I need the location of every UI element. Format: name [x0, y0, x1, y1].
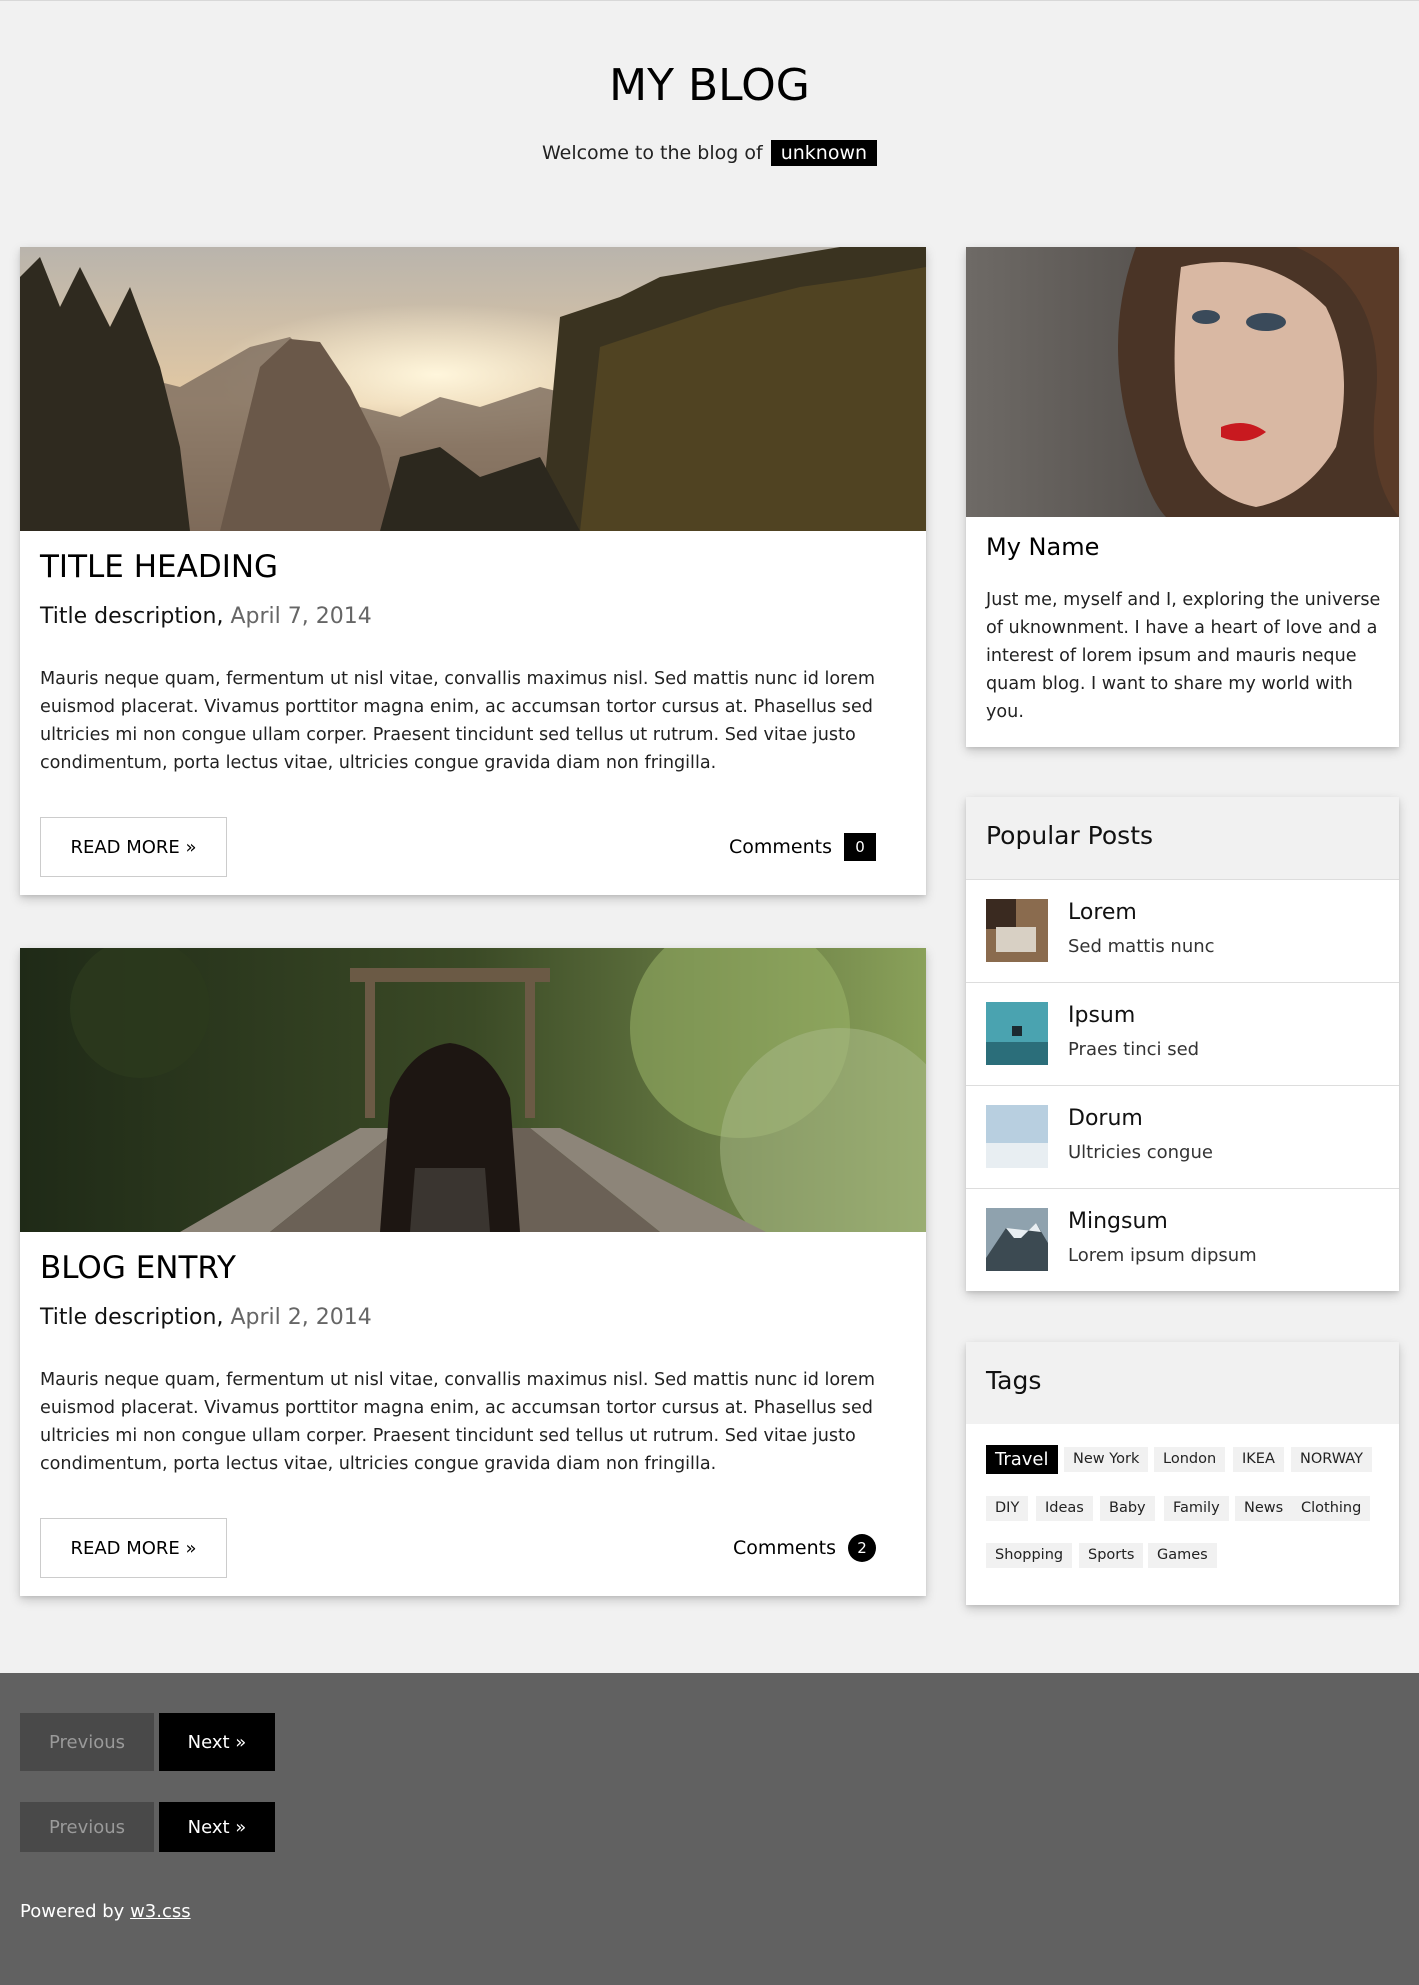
popular-post-item[interactable]: Ipsum Praes tinci sed — [966, 982, 1399, 1085]
about-card: My Name Just me, myself and I, exploring… — [966, 247, 1399, 747]
tag-news[interactable]: News — [1235, 1496, 1293, 1521]
post-title: BLOG ENTRY — [40, 1250, 236, 1286]
tag-clothing[interactable]: Clothing — [1292, 1496, 1371, 1521]
popular-post-item[interactable]: Lorem Sed mattis nunc — [966, 879, 1399, 982]
popular-post-subtitle: Praes tinci sed — [1068, 1039, 1200, 1060]
author-name: My Name — [986, 533, 1100, 561]
popular-posts-header: Popular Posts — [966, 797, 1399, 879]
welcome-text: Welcome to the blog of — [541, 142, 763, 164]
read-more-button[interactable]: READ MORE » — [40, 817, 227, 877]
tags-heading: Tags — [986, 1366, 1042, 1395]
next-button[interactable]: Next » — [159, 1802, 275, 1852]
popular-post-thumbnail — [986, 1105, 1048, 1168]
site-footer: Previous Next » Previous Next » Powered … — [0, 1673, 1419, 1985]
post-date: April 2, 2014 — [230, 1305, 372, 1330]
popular-post-subtitle: Lorem ipsum dipsum — [1068, 1245, 1257, 1266]
profile-photo — [966, 247, 1399, 517]
tag-baby[interactable]: Baby — [1100, 1496, 1155, 1521]
popular-post-item[interactable]: Dorum Ultricies congue — [966, 1085, 1399, 1188]
comments-count-badge: 0 — [844, 833, 876, 861]
tag-shopping[interactable]: Shopping — [986, 1543, 1073, 1568]
post-body: Mauris neque quam, fermentum ut nisl vit… — [40, 1370, 875, 1474]
tag-norway[interactable]: NORWAY — [1291, 1447, 1372, 1472]
previous-button[interactable]: Previous — [20, 1713, 154, 1771]
comments-link[interactable]: Comments 0 — [729, 833, 876, 861]
tags-card: Tags Travel New York London IKEA NORWAY … — [966, 1342, 1399, 1605]
previous-button[interactable]: Previous — [20, 1802, 154, 1852]
tag-london[interactable]: London — [1154, 1447, 1226, 1472]
powered-by-text: Powered by — [20, 1901, 125, 1922]
comments-count-badge: 2 — [848, 1534, 876, 1562]
post-description: Title description, April 2, 2014 — [40, 1305, 372, 1330]
top-border — [0, 0, 1419, 1]
post-image-mountains — [20, 247, 926, 531]
post-description-text: Title description, — [40, 1305, 224, 1330]
tag-games[interactable]: Games — [1148, 1543, 1217, 1568]
popular-posts-heading: Popular Posts — [986, 821, 1154, 850]
blog-post-card: TITLE HEADING Title description, April 7… — [20, 247, 926, 895]
post-image-bridge — [20, 948, 926, 1232]
blog-post-card: BLOG ENTRY Title description, April 2, 2… — [20, 948, 926, 1596]
tags-header: Tags — [966, 1342, 1399, 1424]
popular-post-title: Mingsum — [1068, 1209, 1168, 1234]
tag-travel[interactable]: Travel — [986, 1445, 1058, 1474]
popular-post-title: Lorem — [1068, 900, 1137, 925]
post-title: TITLE HEADING — [40, 549, 279, 585]
w3css-link[interactable]: w3.css — [130, 1901, 191, 1922]
tag-new-york[interactable]: New York — [1064, 1447, 1149, 1472]
popular-post-item[interactable]: Mingsum Lorem ipsum dipsum — [966, 1188, 1399, 1291]
tag-diy[interactable]: DIY — [986, 1496, 1029, 1521]
tag-ideas[interactable]: Ideas — [1036, 1496, 1093, 1521]
owner-badge: unknown — [770, 140, 878, 166]
post-date: April 7, 2014 — [230, 604, 372, 629]
welcome-line: Welcome to the blog of unknown — [0, 140, 1419, 166]
popular-post-title: Dorum — [1068, 1106, 1143, 1131]
author-bio: Just me, myself and I, exploring the uni… — [986, 590, 1381, 722]
comments-label: Comments — [733, 1537, 836, 1559]
post-body: Mauris neque quam, fermentum ut nisl vit… — [40, 669, 875, 773]
popular-post-thumbnail — [986, 1002, 1048, 1065]
comments-label: Comments — [729, 836, 832, 858]
site-title: MY BLOG — [609, 60, 810, 111]
popular-post-subtitle: Ultricies congue — [1068, 1142, 1213, 1163]
tag-sports[interactable]: Sports — [1079, 1543, 1144, 1568]
comments-link[interactable]: Comments 2 — [733, 1534, 876, 1562]
post-description-text: Title description, — [40, 604, 224, 629]
popular-post-thumbnail — [986, 1208, 1048, 1271]
read-more-button[interactable]: READ MORE » — [40, 1518, 227, 1578]
tag-ikea[interactable]: IKEA — [1233, 1447, 1284, 1472]
popular-post-title: Ipsum — [1068, 1003, 1136, 1028]
popular-post-subtitle: Sed mattis nunc — [1068, 936, 1215, 957]
popular-post-thumbnail — [986, 899, 1048, 962]
tag-family[interactable]: Family — [1164, 1496, 1229, 1521]
post-description: Title description, April 7, 2014 — [40, 604, 372, 629]
popular-posts-card: Popular Posts Lorem Sed mattis nunc Ipsu… — [966, 797, 1399, 1291]
next-button[interactable]: Next » — [159, 1713, 275, 1771]
powered-by: Powered by w3.css — [20, 1901, 191, 1922]
